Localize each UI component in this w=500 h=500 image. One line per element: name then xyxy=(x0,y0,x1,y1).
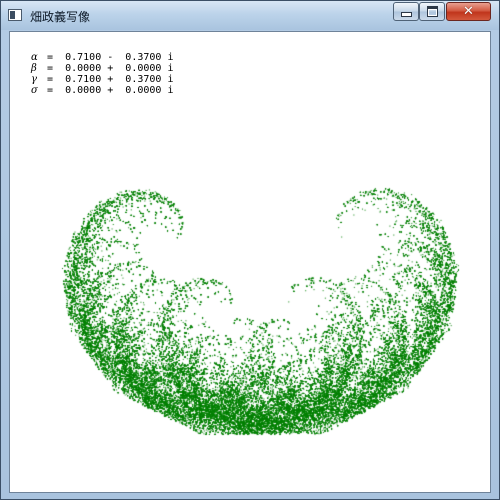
app-window: 畑政義写像 ✕ α = 0.7100 - 0.3700 i β = 0.0000… xyxy=(0,0,500,500)
minimize-icon xyxy=(400,12,412,17)
drawing-area[interactable]: α = 0.7100 - 0.3700 i β = 0.0000 + 0.000… xyxy=(9,31,491,493)
param-gamma: γ = 0.7100 + 0.3700 i xyxy=(31,74,174,85)
title-bar[interactable]: 畑政義写像 ✕ xyxy=(1,1,499,30)
window-title: 畑政義写像 xyxy=(30,10,91,24)
param-beta: β = 0.0000 + 0.0000 i xyxy=(31,63,174,74)
close-icon: ✕ xyxy=(463,4,474,19)
param-sigma: σ = 0.0000 + 0.0000 i xyxy=(31,85,174,96)
minimize-button[interactable] xyxy=(393,2,419,21)
parameter-readout: α = 0.7100 - 0.3700 i β = 0.0000 + 0.000… xyxy=(31,52,173,96)
close-button[interactable]: ✕ xyxy=(446,2,491,21)
maximize-button[interactable] xyxy=(419,2,445,21)
hata-fractal-plot xyxy=(10,32,490,492)
maximize-icon xyxy=(426,6,438,17)
app-icon[interactable] xyxy=(8,9,22,21)
param-alpha: α = 0.7100 - 0.3700 i xyxy=(31,52,174,63)
